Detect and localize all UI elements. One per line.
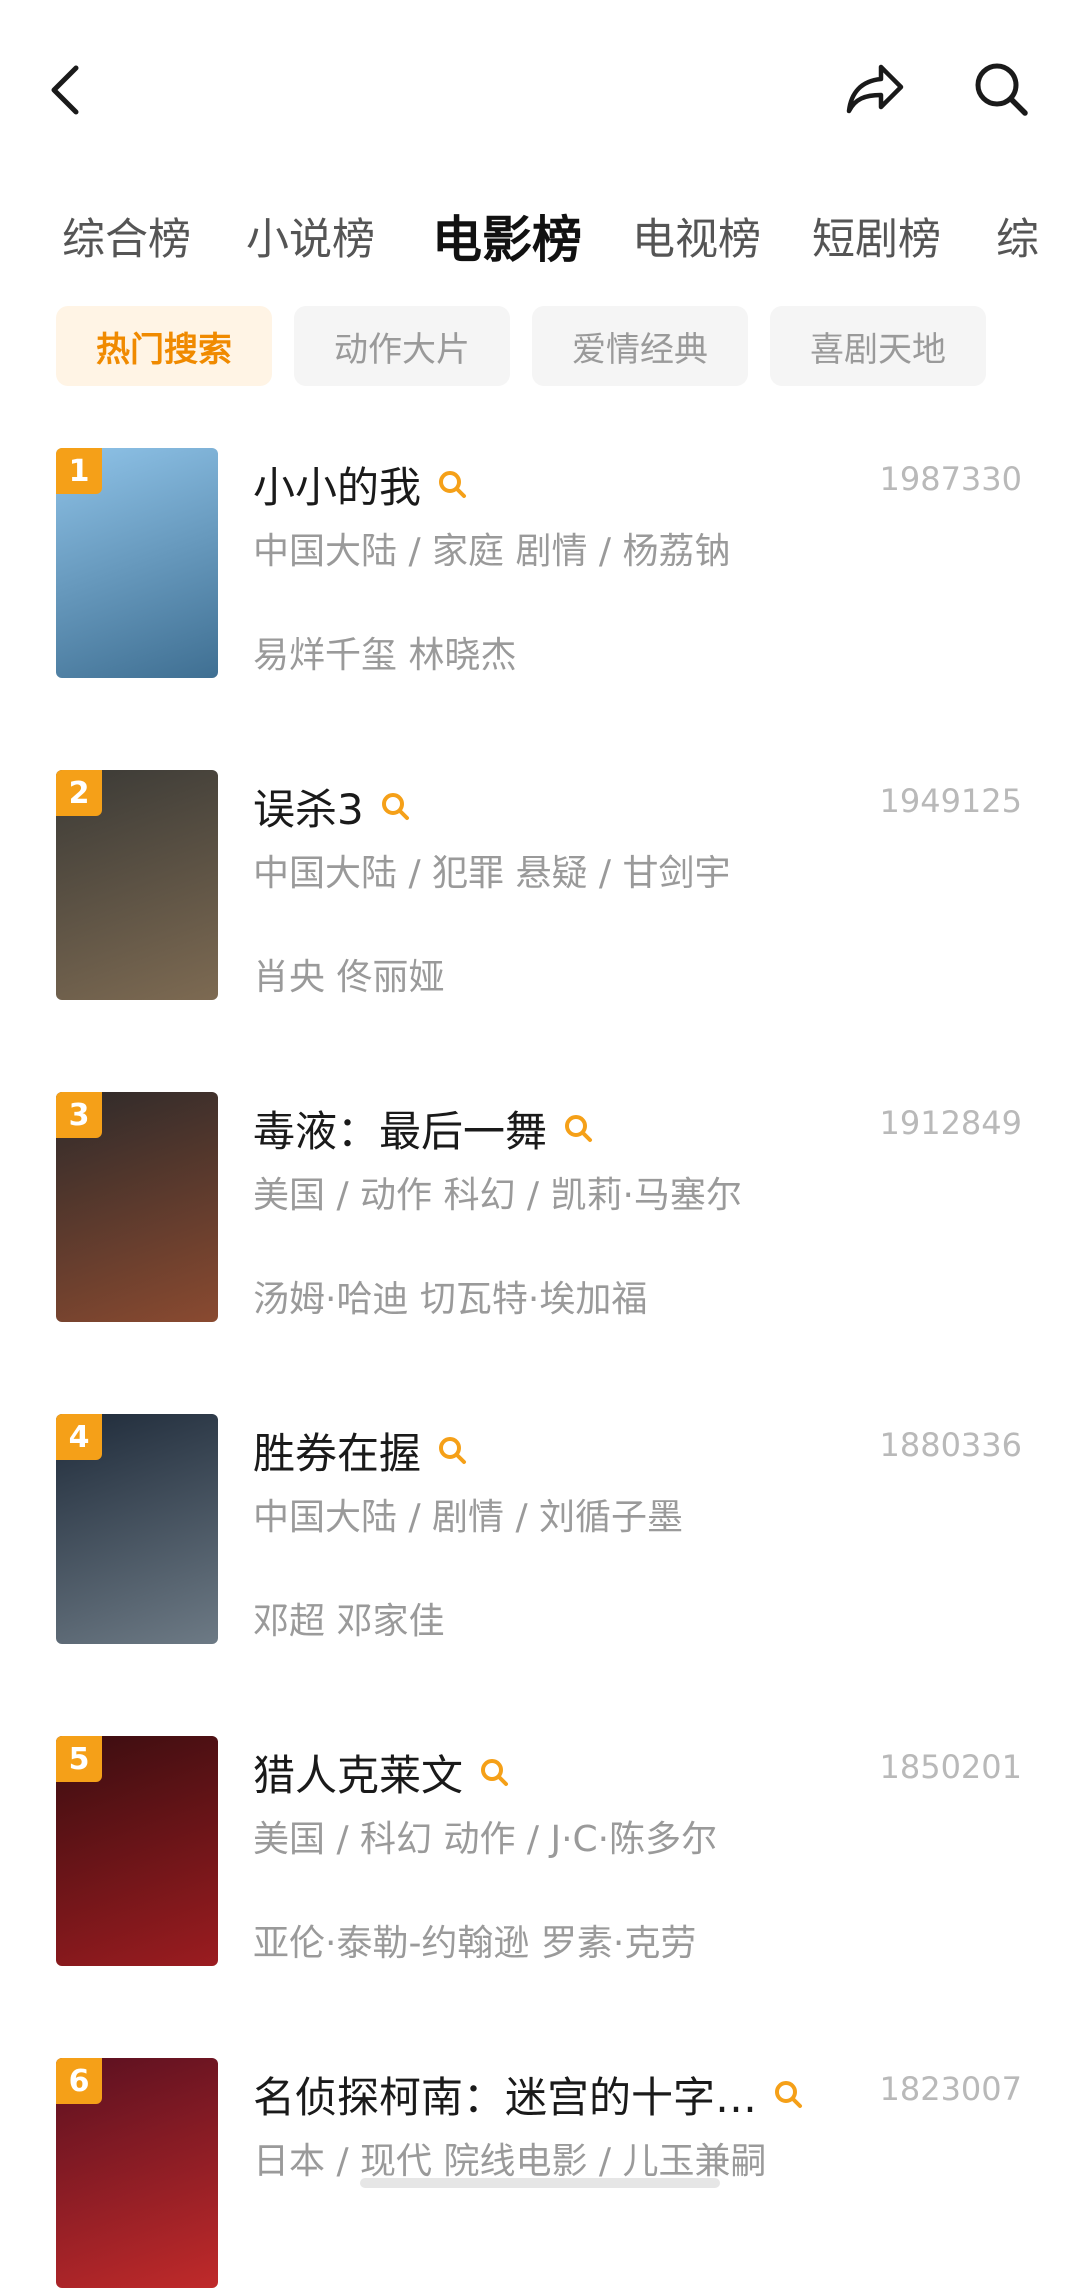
search-count: 1823007 <box>879 2070 1022 2108</box>
movie-poster: 3 <box>56 1092 218 1322</box>
search-count: 1850201 <box>879 1748 1022 1786</box>
home-indicator <box>360 2178 720 2188</box>
tab-novel[interactable]: 小说榜 <box>246 200 375 280</box>
rank-badge: 3 <box>56 1092 102 1138</box>
movie-cast: 汤姆·哈迪 切瓦特·埃加福 <box>253 1279 648 1320</box>
search-icon[interactable] <box>773 2077 807 2111</box>
search-icon[interactable] <box>437 1433 471 1467</box>
movie-title: 猎人克莱文 <box>253 1750 464 1800</box>
chip-romance[interactable]: 爱情经典 <box>532 306 748 386</box>
search-icon[interactable] <box>563 1111 597 1145</box>
list-item[interactable]: 4 胜券在握 1880336 中国大陆 / 剧情 / 刘循子墨 邓超 邓家佳 <box>0 1414 1080 1646</box>
movie-meta: 美国 / 动作 科幻 / 凯莉·马塞尔 <box>253 1175 742 1216</box>
movie-poster: 2 <box>56 770 218 1000</box>
rank-badge: 5 <box>56 1736 102 1782</box>
chip-hot-search[interactable]: 热门搜索 <box>56 306 272 386</box>
rank-badge: 4 <box>56 1414 102 1460</box>
ranking-tabs: 综合榜 小说榜 电影榜 电视榜 短剧榜 综 <box>0 200 1080 280</box>
movie-poster: 4 <box>56 1414 218 1644</box>
movie-cast: 肖央 佟丽娅 <box>253 957 445 998</box>
movie-meta: 美国 / 科幻 动作 / J·C·陈多尔 <box>253 1819 718 1860</box>
movie-title: 毒液：最后一舞 <box>253 1106 548 1156</box>
movie-cast: 易烊千玺 林晓杰 <box>253 635 517 676</box>
movie-title: 胜券在握 <box>253 1428 422 1478</box>
movie-poster: 5 <box>56 1736 218 1966</box>
movie-cast: 邓超 邓家佳 <box>253 1601 445 1642</box>
tab-overall[interactable]: 综合榜 <box>62 200 191 280</box>
tab-movie[interactable]: 电影榜 <box>432 200 582 280</box>
movie-poster: 1 <box>56 448 218 678</box>
movie-title: 误杀3 <box>253 784 364 834</box>
top-bar <box>0 0 1080 170</box>
tab-variety[interactable]: 综 <box>996 200 1039 280</box>
list-item[interactable]: 2 误杀3 1949125 中国大陆 / 犯罪 悬疑 / 甘剑宇 肖央 佟丽娅 <box>0 770 1080 1002</box>
list-item[interactable]: 5 猎人克莱文 1850201 美国 / 科幻 动作 / J·C·陈多尔 亚伦·… <box>0 1736 1080 1968</box>
category-chips: 热门搜索 动作大片 爱情经典 喜剧天地 <box>0 306 1080 386</box>
movie-meta: 中国大陆 / 犯罪 悬疑 / 甘剑宇 <box>253 853 731 894</box>
rank-badge: 6 <box>56 2058 102 2104</box>
list-item[interactable]: 1 小小的我 1987330 中国大陆 / 家庭 剧情 / 杨荔钠 易烊千玺 林… <box>0 448 1080 680</box>
search-count: 1987330 <box>879 460 1022 498</box>
movie-meta: 中国大陆 / 剧情 / 刘循子墨 <box>253 1497 684 1538</box>
search-count: 1880336 <box>879 1426 1022 1464</box>
search-icon[interactable] <box>380 789 414 823</box>
list-item[interactable]: 6 名侦探柯南：迷宫的十字… 1823007 日本 / 现代 院线电影 / 儿玉… <box>0 2058 1080 2290</box>
search-count: 1949125 <box>879 782 1022 820</box>
search-icon[interactable] <box>437 467 471 501</box>
movie-poster: 6 <box>56 2058 218 2288</box>
chip-comedy[interactable]: 喜剧天地 <box>770 306 986 386</box>
tab-short-drama[interactable]: 短剧榜 <box>812 200 941 280</box>
rank-badge: 2 <box>56 770 102 816</box>
share-arrow-icon[interactable] <box>838 52 912 126</box>
movie-title: 名侦探柯南：迷宫的十字… <box>253 2072 758 2122</box>
movie-meta: 中国大陆 / 家庭 剧情 / 杨荔钠 <box>253 531 731 572</box>
movie-meta: 日本 / 现代 院线电影 / 儿玉兼嗣 <box>253 2141 767 2182</box>
list-item[interactable]: 3 毒液：最后一舞 1912849 美国 / 动作 科幻 / 凯莉·马塞尔 汤姆… <box>0 1092 1080 1324</box>
chip-action[interactable]: 动作大片 <box>294 306 510 386</box>
rank-badge: 1 <box>56 448 102 494</box>
movie-cast: 亚伦·泰勒-约翰逊 罗素·克劳 <box>253 1923 697 1964</box>
chevron-left-icon[interactable] <box>36 50 96 130</box>
search-count: 1912849 <box>879 1104 1022 1142</box>
search-icon[interactable] <box>964 52 1038 126</box>
movie-title: 小小的我 <box>253 462 422 512</box>
tab-tv[interactable]: 电视榜 <box>632 200 761 280</box>
search-icon[interactable] <box>479 1755 513 1789</box>
